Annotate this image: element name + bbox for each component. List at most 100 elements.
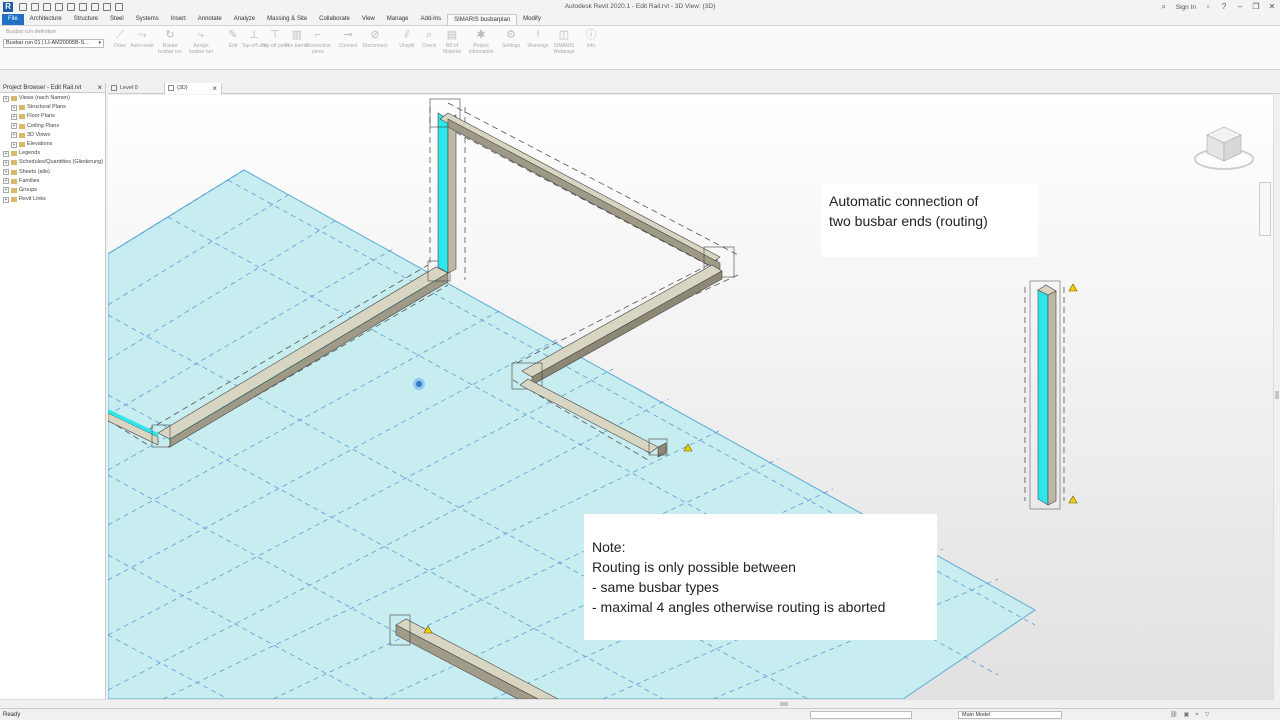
ribbon-tab[interactable]: Steel	[104, 14, 130, 25]
restore-icon[interactable]: ❐	[1252, 3, 1260, 11]
print-icon[interactable]	[79, 3, 87, 11]
open-icon[interactable]	[19, 3, 27, 11]
redo-icon[interactable]	[67, 3, 75, 11]
ribbon-tab[interactable]: Massing & Site	[261, 14, 313, 25]
search-icon[interactable]: ⌕	[1160, 3, 1168, 11]
expand-icon[interactable]: +	[3, 169, 9, 176]
ribbon-button[interactable]: ⊸ Connect	[334, 29, 362, 49]
undo-icon[interactable]	[55, 3, 63, 11]
ribbon-tab[interactable]: Architecture	[24, 14, 68, 25]
tree-item[interactable]: + Legends	[0, 149, 105, 158]
3d-view-icon[interactable]	[115, 3, 123, 11]
expand-icon[interactable]: +	[3, 187, 9, 194]
ribbon-tab[interactable]: Add-Ins	[414, 14, 447, 25]
warning-icon[interactable]	[1068, 283, 1078, 292]
warning-icon[interactable]	[1068, 495, 1078, 504]
expand-icon[interactable]: +	[3, 95, 9, 102]
tree-item[interactable]: + Structural Plans	[0, 103, 105, 112]
ribbon-button[interactable]: ⊘ Disconnect	[361, 29, 389, 49]
tree-item[interactable]: + Floor Plans	[0, 112, 105, 121]
expand-icon[interactable]: +	[11, 113, 17, 120]
text-icon[interactable]	[103, 3, 111, 11]
tree-item[interactable]: + Schedules/Quantities (Gliederung)	[0, 158, 105, 167]
expand-icon[interactable]: +	[3, 196, 9, 203]
scroll-thumb[interactable]	[780, 702, 788, 706]
horizontal-scrollbar[interactable]	[108, 699, 1273, 708]
tree-item[interactable]: + Groups	[0, 186, 105, 195]
cart-icon[interactable]: ▫	[1204, 3, 1212, 11]
sync-icon[interactable]	[43, 3, 51, 11]
tree-item[interactable]: + Views (nach Namen)	[0, 94, 105, 103]
close-icon[interactable]: ✕	[1268, 3, 1276, 11]
lock-icon[interactable]: ▣	[1184, 709, 1190, 720]
ribbon-tab[interactable]: Systems	[130, 14, 165, 25]
link-icon[interactable]: ⛓	[1170, 709, 1178, 720]
ribbon-button[interactable]: ◫ SIMARIS Webpage	[550, 29, 578, 55]
ribbon-tab[interactable]: View	[356, 14, 381, 25]
ribbon-tab[interactable]: Manage	[381, 14, 415, 25]
tree-item[interactable]: + Ceiling Plans	[0, 122, 105, 131]
close-icon[interactable]: ×	[212, 83, 217, 94]
ribbon-button[interactable]: ⚙ Settings	[497, 29, 525, 49]
view-tab[interactable]: Level 0	[108, 83, 165, 94]
expand-icon[interactable]: +	[11, 104, 17, 111]
ribbon-button[interactable]: ↻ Rotate busbar run	[156, 29, 184, 55]
expand-icon[interactable]: +	[11, 123, 17, 130]
ribbon-button[interactable]: ⌐ Connection piece	[304, 29, 332, 55]
ribbon-tab[interactable]: File	[2, 14, 24, 25]
connect-icon: ⊸	[343, 29, 353, 41]
select-icon[interactable]: ⌖	[1195, 709, 1198, 720]
ribbon-button-label: Edit	[228, 43, 238, 49]
ribbon-button[interactable]: ✱ Project Information	[467, 29, 495, 55]
tree-item[interactable]: + Elevations	[0, 140, 105, 149]
revit-logo-icon[interactable]: R	[3, 2, 13, 12]
standalone-riser[interactable]	[1024, 280, 1078, 510]
expand-icon[interactable]: +	[3, 159, 9, 166]
measure-icon[interactable]	[91, 3, 99, 11]
save-icon[interactable]	[31, 3, 39, 11]
scroll-thumb[interactable]	[1275, 391, 1279, 399]
ribbon-button[interactable]: ! Warnings	[524, 29, 552, 49]
browser-scrollbar[interactable]	[0, 699, 106, 708]
ribbon-button[interactable]: ⤷ Assign busbar run	[187, 29, 215, 55]
3d-viewport[interactable]: Automatic connection of two busbar ends (…	[108, 95, 1273, 699]
ribbon-button[interactable]: ⤳ Auto-route	[128, 29, 156, 49]
close-icon[interactable]: ×	[97, 83, 102, 93]
viewcube[interactable]	[1193, 121, 1255, 173]
status-bar: Ready Main Model ⛓ ▣ ⌖ ▽	[0, 708, 1280, 720]
busbar-run-select-value: Busbar run 01 | LI-AM20005B-S...	[6, 40, 89, 46]
view-tab[interactable]: {3D} ×	[165, 83, 222, 94]
tree-item[interactable]: + Families	[0, 177, 105, 186]
busbar-run-select[interactable]: Busbar run 01 | LI-AM20005B-S... ▾	[3, 39, 104, 48]
active-model-select[interactable]: Main Model	[958, 711, 1062, 719]
ribbon-tab[interactable]: Collaborate	[313, 14, 356, 25]
vertical-scrollbar[interactable]	[1273, 95, 1280, 699]
ribbon-button[interactable]: ⓘ Info	[577, 29, 605, 49]
filter-icon[interactable]: ▽	[1205, 709, 1210, 720]
rotate-icon: ↻	[165, 29, 175, 41]
ribbon-tab[interactable]: Annotate	[192, 14, 228, 25]
tree-item[interactable]: + Sheets (alle)	[0, 168, 105, 177]
ribbon-tab[interactable]: Analyze	[228, 14, 261, 25]
ribbon-tab[interactable]: Structure	[68, 14, 104, 25]
minimize-icon[interactable]: –	[1236, 3, 1244, 11]
help-icon[interactable]: ?	[1220, 3, 1228, 11]
cursor-target	[413, 378, 425, 390]
navigation-bar[interactable]	[1259, 182, 1271, 236]
filter-field[interactable]	[810, 711, 912, 719]
folder-icon	[11, 197, 17, 203]
tree-item[interactable]: + Revit Links	[0, 195, 105, 204]
expand-icon[interactable]: +	[11, 141, 17, 148]
expand-icon[interactable]: +	[11, 132, 17, 139]
tree-item-label: Structural Plans	[27, 104, 66, 111]
ribbon-tab[interactable]: SIMARIS busbarplan	[447, 14, 518, 25]
signin-link[interactable]: Sign In	[1176, 4, 1196, 11]
ribbon-tab[interactable]: Modify	[517, 14, 547, 25]
ribbon-button[interactable]: ▤ Bill of Material	[438, 29, 466, 55]
expand-icon[interactable]: +	[3, 178, 9, 185]
tree-item[interactable]: +3D Views	[0, 131, 105, 140]
ribbon-tab[interactable]: Insert	[165, 14, 192, 25]
folder-icon	[11, 96, 17, 102]
expand-icon[interactable]: +	[3, 150, 9, 157]
folder-icon	[19, 114, 25, 120]
